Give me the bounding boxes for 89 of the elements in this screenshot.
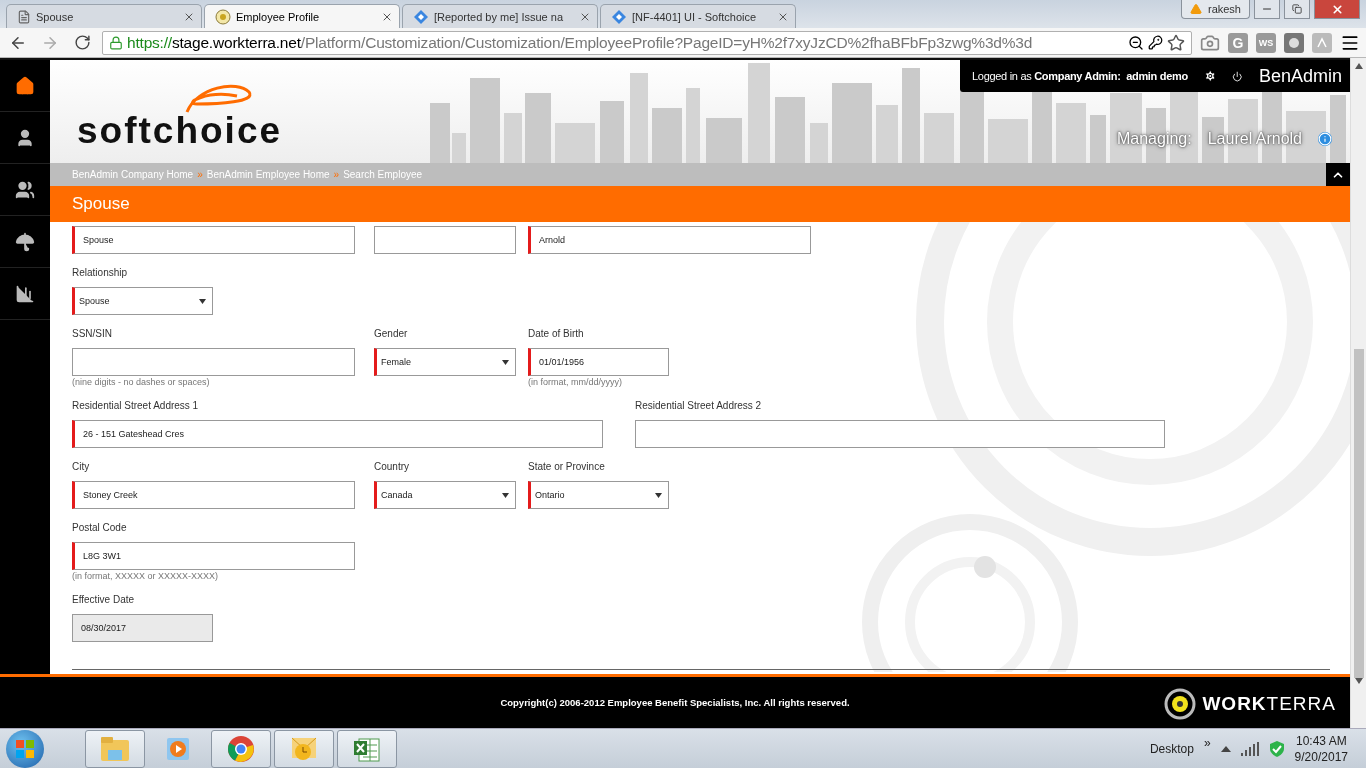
- text-field[interactable]: Spouse: [72, 226, 355, 254]
- field-label: SSN/SIN: [72, 327, 113, 341]
- dropdown-arrow-icon: [502, 492, 509, 498]
- close-icon: [1330, 2, 1344, 16]
- desktop-toolbar-label[interactable]: Desktop: [1149, 741, 1194, 756]
- field-label: City: [72, 460, 91, 474]
- play-icon: [165, 735, 191, 762]
- breadcrumb-separator: »: [197, 169, 203, 180]
- lock-icon: [109, 35, 123, 50]
- field-label: Country: [374, 460, 410, 474]
- browser-tab[interactable]: Spouse: [6, 4, 202, 28]
- zoom-icon[interactable]: [1128, 34, 1144, 51]
- field-label: Residential Street Address 1: [72, 399, 200, 413]
- target-logo-icon: [1164, 688, 1197, 720]
- app-name: BenAdmin: [1258, 65, 1342, 87]
- browser-tab[interactable]: [NF-4401] UI - Softchoice: [600, 4, 796, 28]
- session-text: Logged in as Company Admin: admin demo: [972, 70, 1188, 82]
- field-hint: (nine digits - no dashes or spaces): [72, 377, 211, 387]
- close-button[interactable]: [1314, 0, 1360, 19]
- site-icon: [215, 8, 231, 25]
- logo-text: softchoice: [77, 112, 283, 149]
- field-label: Effective Date: [72, 593, 136, 607]
- warning-icon: [1189, 3, 1202, 15]
- start-button[interactable]: [6, 729, 44, 768]
- people-icon: [15, 179, 35, 200]
- field-label: State or Province: [528, 460, 606, 474]
- field-hint: (in format, XXXXX or XXXXX-XXXX): [72, 571, 220, 581]
- field-label: Residential Street Address 2: [635, 399, 763, 413]
- restore-button[interactable]: [1284, 0, 1310, 19]
- managing-label: Managing:: [1117, 130, 1192, 148]
- diamond-icon: [611, 8, 627, 25]
- field-label: Gender: [374, 327, 409, 341]
- text-field[interactable]: 01/01/1956: [528, 348, 669, 376]
- text-field[interactable]: Arnold: [528, 226, 811, 254]
- taskbar-app[interactable]: [211, 729, 271, 768]
- bookmark-icon[interactable]: [1167, 33, 1185, 52]
- tray-expand-icon[interactable]: [1220, 745, 1231, 752]
- diamond-icon: [413, 8, 429, 25]
- clock[interactable]: 10:43 AM 9/20/2017: [1294, 732, 1348, 765]
- taskbar-app[interactable]: [85, 729, 145, 768]
- text-field[interactable]: 26 - 151 Gateshead Cres: [72, 420, 603, 448]
- taskbar-app[interactable]: [337, 729, 397, 768]
- section-title: Spouse: [72, 194, 130, 214]
- dropdown-arrow-icon: [655, 492, 662, 498]
- page-icon: [17, 9, 31, 24]
- scrollbar[interactable]: [1350, 58, 1366, 728]
- browser-tab[interactable]: [Reported by me] Issue na: [402, 4, 598, 28]
- signal-icon: [1240, 741, 1259, 756]
- dropdown[interactable]: Female: [374, 348, 516, 376]
- chart-icon: [15, 283, 35, 304]
- address-field[interactable]: https://stage.workterra.net/Platform/Customization/Customization/EmployeeProfile?PageID=yH%2f7xyJzCD%2fhaBFbFp3zwg%3d%3d: [102, 30, 1192, 55]
- profile-button[interactable]: rakesh: [1180, 0, 1250, 19]
- person-icon: [15, 127, 35, 148]
- minimize-button[interactable]: [1254, 0, 1280, 19]
- scroll-up-icon[interactable]: [1354, 63, 1363, 69]
- umbrella-icon: [15, 231, 35, 252]
- settings-icon[interactable]: [1203, 67, 1217, 85]
- shield-check-icon: [1268, 739, 1285, 758]
- folder-icon: [100, 735, 130, 762]
- dropdown-arrow-icon: [502, 359, 509, 365]
- brand-name: WORKTERRA: [1202, 693, 1336, 715]
- dropdown[interactable]: Spouse: [72, 287, 213, 315]
- home-icon: [15, 75, 35, 96]
- text-field[interactable]: [635, 420, 1165, 448]
- field-hint: (in format, mm/dd/yyyy): [528, 377, 623, 387]
- copyright-text: Copyright(c) 2006-2012 Employee Benefit Specialists, Inc. All rights reserved.: [500, 697, 850, 708]
- collapse-button[interactable]: [1326, 163, 1350, 186]
- key-icon[interactable]: [1148, 35, 1163, 50]
- breadcrumb-separator: »: [333, 169, 340, 180]
- dropdown[interactable]: Canada: [374, 481, 516, 509]
- dropdown-arrow-icon: [199, 298, 206, 304]
- restore-icon: [1292, 4, 1302, 14]
- field-label: Postal Code: [72, 521, 128, 535]
- reload-icon: [73, 34, 91, 51]
- managing-name: Laurel Arnold: [1207, 130, 1302, 148]
- overflow-chevron[interactable]: »: [1203, 735, 1211, 750]
- text-field[interactable]: Stoney Creek: [72, 481, 355, 509]
- info-glyph-icon: [1318, 132, 1332, 146]
- text-field[interactable]: [72, 348, 355, 376]
- text-field[interactable]: [374, 226, 516, 254]
- circle-icon: [1288, 36, 1300, 49]
- dropdown[interactable]: Ontario: [528, 481, 669, 509]
- windows-logo-icon: [16, 739, 34, 758]
- text-field[interactable]: L8G 3W1: [72, 542, 355, 570]
- taskbar-app[interactable]: [274, 729, 334, 768]
- field-label: Date of Birth: [528, 327, 585, 341]
- browser-icon: [227, 734, 255, 763]
- browser-tab[interactable]: Employee Profile: [204, 4, 400, 28]
- field-label: Relationship: [72, 266, 129, 280]
